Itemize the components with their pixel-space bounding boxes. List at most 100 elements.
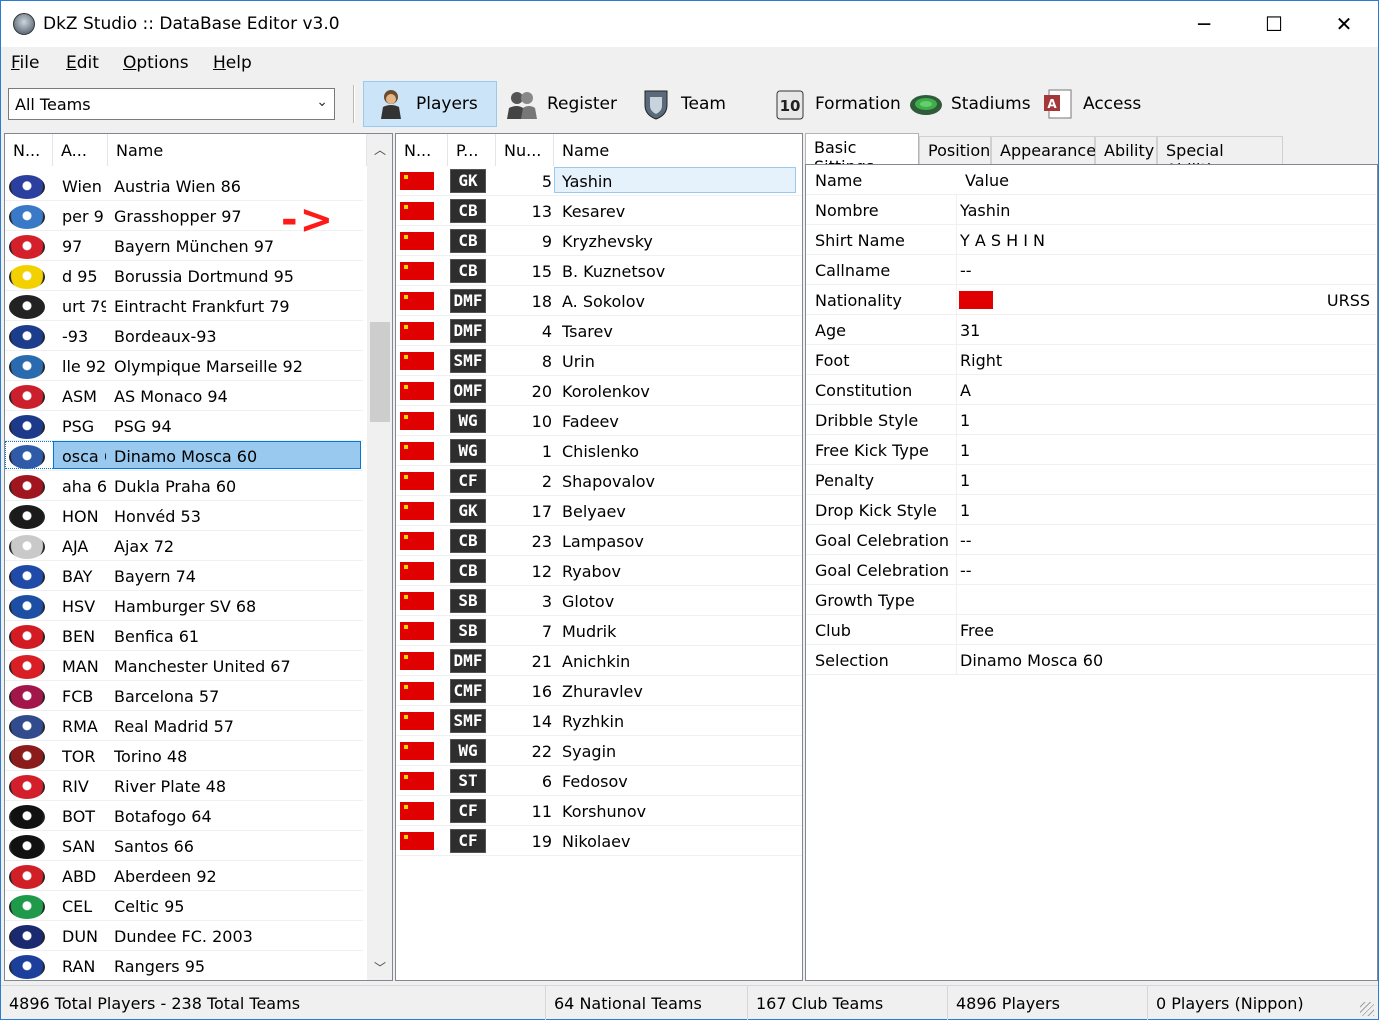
property-value[interactable]: 1 xyxy=(960,501,1360,520)
players-col-nation[interactable]: N... xyxy=(396,134,448,166)
player-row[interactable]: CF 2 Shapovalov xyxy=(396,466,802,496)
team-row[interactable]: FCB Barcelona 57 xyxy=(5,681,363,711)
player-row[interactable]: CB 15 B. Kuznetsov xyxy=(396,256,802,286)
property-row[interactable]: Goal Celebration 1 -- xyxy=(806,525,1376,555)
team-row[interactable]: AJA Ajax 72 xyxy=(5,531,363,561)
property-row[interactable]: Callname -- xyxy=(806,255,1376,285)
formation-button[interactable]: 10 Formation xyxy=(773,81,901,127)
team-row[interactable]: BAY Bayern 74 xyxy=(5,561,363,591)
team-row[interactable]: TOR Torino 48 xyxy=(5,741,363,771)
player-row[interactable]: DMF 4 Tsarev xyxy=(396,316,802,346)
player-row[interactable]: DMF 18 A. Sokolov xyxy=(396,286,802,316)
tab-basic-sittings[interactable]: Basic Sittings xyxy=(805,133,919,176)
player-row[interactable]: GK 5 Yashin xyxy=(396,166,802,196)
property-row[interactable]: Penalty 1 xyxy=(806,465,1376,495)
players-list[interactable]: N... P... Nu... Name GK 5 Yashin CB 13 Kesare… xyxy=(395,133,803,981)
property-value[interactable]: A xyxy=(960,381,1360,400)
team-row[interactable]: ASM AS Monaco 94 xyxy=(5,381,363,411)
property-value[interactable]: 1 xyxy=(960,471,1360,490)
property-value[interactable]: 1 xyxy=(960,441,1360,460)
team-row[interactable]: osca 6 Dinamo Mosca 60 xyxy=(5,441,363,471)
maximize-button[interactable]: ☐ xyxy=(1239,1,1309,47)
property-value[interactable]: 31 xyxy=(960,321,1360,340)
tab-special-abilities[interactable]: Special Abilities xyxy=(1157,136,1283,179)
tab-ability[interactable]: Ability xyxy=(1095,136,1157,165)
resize-grip-icon[interactable] xyxy=(1360,1002,1374,1016)
player-row[interactable]: SB 7 Mudrik xyxy=(396,616,802,646)
players-col-position[interactable]: P... xyxy=(448,134,496,166)
property-value[interactable]: Yashin xyxy=(960,201,1360,220)
team-row[interactable]: -93 Bordeaux-93 xyxy=(5,321,363,351)
team-row[interactable]: MAN Manchester United 67 xyxy=(5,651,363,681)
team-row[interactable]: aha 6 Dukla Praha 60 xyxy=(5,471,363,501)
property-row[interactable]: Nombre Yashin xyxy=(806,195,1376,225)
player-row[interactable]: GK 17 Belyaev xyxy=(396,496,802,526)
property-value[interactable]: Y A S H I N xyxy=(960,231,1360,250)
property-value[interactable]: -- xyxy=(960,261,1360,280)
player-row[interactable]: WG 10 Fadeev xyxy=(396,406,802,436)
teams-list[interactable]: N... A... Name Wien Austria Wien 86 per 9G… xyxy=(4,133,393,981)
property-value[interactable]: -- xyxy=(960,531,1360,550)
property-row[interactable]: Selection Dinamo Mosca 60 xyxy=(806,645,1376,675)
menu-options[interactable]: Options xyxy=(123,53,189,73)
player-row[interactable]: CB 13 Kesarev xyxy=(396,196,802,226)
property-row[interactable]: Goal Celebration 2 -- xyxy=(806,555,1376,585)
scroll-down-icon[interactable]: ﹀ xyxy=(367,952,392,980)
register-button[interactable]: Register xyxy=(505,81,617,127)
team-row[interactable]: d 95 Borussia Dortmund 95 xyxy=(5,261,363,291)
teams-col-n[interactable]: N... xyxy=(5,134,53,166)
player-row[interactable]: SMF 8 Urin xyxy=(396,346,802,376)
team-row[interactable]: HON Honvéd 53 xyxy=(5,501,363,531)
player-row[interactable]: CF 11 Korshunov xyxy=(396,796,802,826)
property-row[interactable]: Growth Type xyxy=(806,585,1376,615)
players-col-name[interactable]: Name xyxy=(554,134,802,166)
team-row[interactable]: RMA Real Madrid 57 xyxy=(5,711,363,741)
player-row[interactable]: CB 23 Lampasov xyxy=(396,526,802,556)
property-row[interactable]: Age 31 xyxy=(806,315,1376,345)
team-row[interactable]: lle 92 Olympique Marseille 92 xyxy=(5,351,363,381)
property-row[interactable]: Nationality URSS xyxy=(806,285,1376,315)
team-row[interactable]: RIV River Plate 48 xyxy=(5,771,363,801)
access-button[interactable]: A Access xyxy=(1041,81,1141,127)
team-row[interactable]: RAN Rangers 95 xyxy=(5,951,363,980)
property-value[interactable]: -- xyxy=(960,561,1360,580)
player-row[interactable]: WG 1 Chislenko xyxy=(396,436,802,466)
player-row[interactable]: CF 19 Nikolaev xyxy=(396,826,802,856)
property-row[interactable]: Free Kick Type 1 xyxy=(806,435,1376,465)
team-filter-dropdown[interactable]: All Teams ⌄ xyxy=(8,88,335,120)
player-row[interactable]: CB 12 Ryabov xyxy=(396,556,802,586)
team-row[interactable]: BEN Benfica 61 xyxy=(5,621,363,651)
property-value[interactable]: Right xyxy=(960,351,1360,370)
teams-col-abbr[interactable]: A... xyxy=(53,134,108,166)
scroll-up-icon[interactable]: ︿ xyxy=(367,134,392,162)
close-button[interactable]: ✕ xyxy=(1309,1,1379,47)
player-row[interactable]: CMF 16 Zhuravlev xyxy=(396,676,802,706)
menu-file[interactable]: File xyxy=(11,53,39,73)
teams-scrollbar[interactable]: ︿ ﹀ xyxy=(367,134,392,980)
player-row[interactable]: ST 6 Fedosov xyxy=(396,766,802,796)
stadiums-button[interactable]: Stadiums xyxy=(909,81,1031,127)
team-row[interactable]: urt 79 Eintracht Frankfurt 79 xyxy=(5,291,363,321)
menu-help[interactable]: Help xyxy=(213,53,252,73)
team-row[interactable]: CEL Celtic 95 xyxy=(5,891,363,921)
player-row[interactable]: OMF 20 Korolenkov xyxy=(396,376,802,406)
scroll-thumb[interactable] xyxy=(370,322,390,422)
team-row[interactable]: BOT Botafogo 64 xyxy=(5,801,363,831)
players-col-number[interactable]: Nu... xyxy=(496,134,554,166)
tab-appearance[interactable]: Appearance xyxy=(991,136,1096,165)
team-row[interactable]: SAN Santos 66 xyxy=(5,831,363,861)
player-row[interactable]: CB 9 Kryzhevsky xyxy=(396,226,802,256)
player-row[interactable]: DMF 21 Anichkin xyxy=(396,646,802,676)
property-row[interactable]: Dribble Style 1 xyxy=(806,405,1376,435)
property-row[interactable]: Constitution A xyxy=(806,375,1376,405)
player-properties-grid[interactable]: Name Value Nombre Yashin Shirt Name Y A S H… xyxy=(805,164,1378,981)
team-row[interactable]: ABD Aberdeen 92 xyxy=(5,861,363,891)
team-row[interactable]: DUN Dundee FC. 2003 xyxy=(5,921,363,951)
player-row[interactable]: SB 3 Glotov xyxy=(396,586,802,616)
team-button[interactable]: Team xyxy=(639,81,726,127)
property-row[interactable]: Foot Right xyxy=(806,345,1376,375)
menu-edit[interactable]: Edit xyxy=(66,53,99,73)
team-row[interactable]: PSG PSG 94 xyxy=(5,411,363,441)
property-value[interactable]: Free xyxy=(960,621,1360,640)
teams-col-name[interactable]: Name xyxy=(108,134,367,166)
